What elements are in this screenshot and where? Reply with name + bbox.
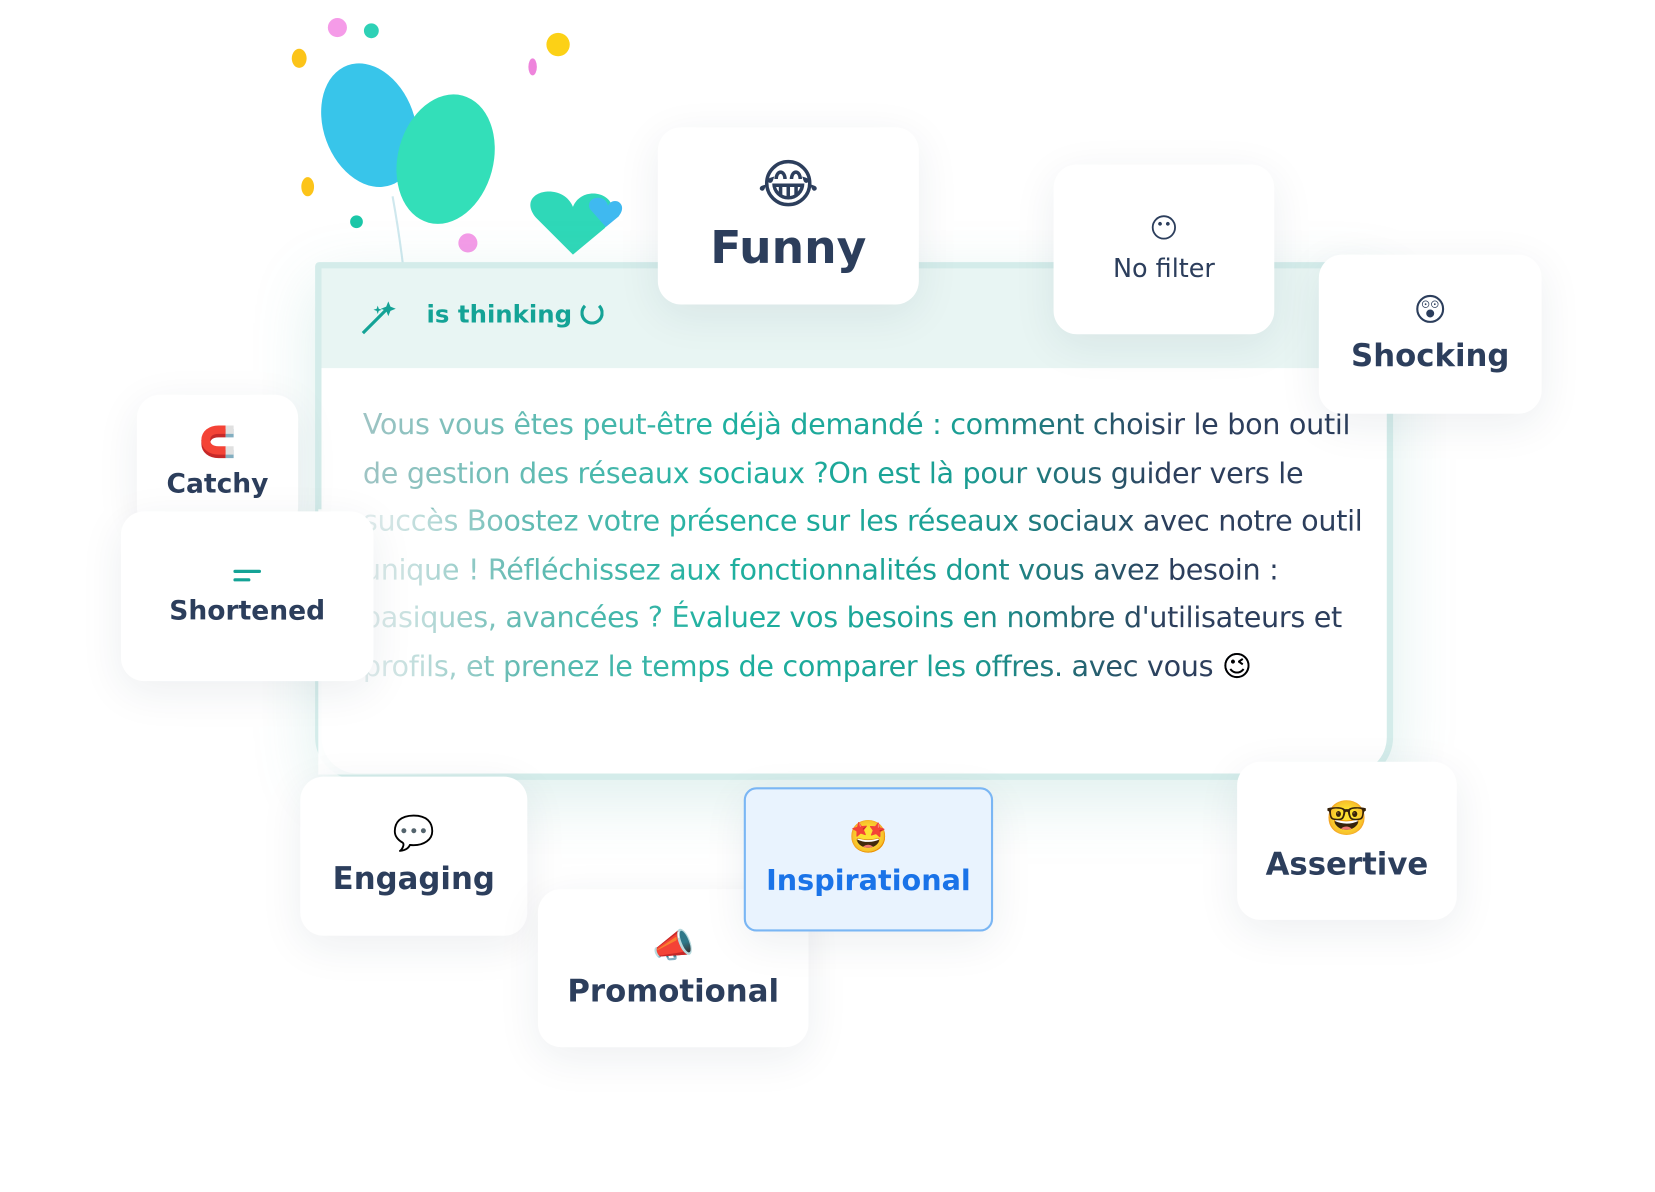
generated-text-content: Vous vous êtes peut-être déjà demandé : … [362, 408, 1363, 683]
nerd-emoji-icon: 🤓 [1325, 797, 1369, 838]
tone-label: Funny [710, 221, 867, 275]
wink-emoji-icon: 😉 [1222, 649, 1252, 683]
laughing-emoji-icon: 😂 [757, 153, 820, 215]
star-struck-emoji-icon: 🤩 [848, 818, 889, 856]
tone-no-filter[interactable]: 😶 No filter [1053, 164, 1275, 335]
tone-label: No filter [1112, 253, 1215, 284]
loading-spinner-icon [580, 301, 604, 325]
tone-label: Assertive [1265, 845, 1429, 882]
tone-label: Shocking [1351, 337, 1510, 374]
tone-engaging[interactable]: 💬 Engaging [300, 776, 528, 936]
tone-label: Inspirational [766, 864, 971, 898]
thinking-label: is thinking [426, 301, 573, 329]
astonished-emoji-icon: 😲 [1413, 291, 1447, 329]
no-mouth-emoji-icon: 😶 [1149, 213, 1179, 246]
magnet-icon: 🧲 [199, 423, 237, 459]
speech-bubble-icon: 💬 [392, 812, 435, 854]
megaphone-icon: 📣 [652, 924, 695, 965]
tone-inspirational[interactable]: 🤩 Inspirational [743, 787, 994, 932]
tone-shocking[interactable]: 😲 Shocking [1318, 254, 1542, 414]
generated-text: Vous vous êtes peut-être déjà demandé : … [363, 401, 1366, 691]
tone-label: Catchy [166, 467, 269, 499]
short-text-icon [233, 569, 262, 581]
tone-shortened[interactable]: Shortened [120, 511, 374, 682]
tone-label: Promotional [567, 972, 780, 1009]
tone-funny[interactable]: 😂 Funny [657, 127, 919, 305]
tone-catchy[interactable]: 🧲 Catchy [136, 394, 299, 531]
thinking-status: is thinking [427, 301, 604, 329]
tone-assertive[interactable]: 🤓 Assertive [1237, 761, 1457, 920]
tone-label: Engaging [332, 860, 495, 897]
tone-label: Shortened [169, 594, 326, 626]
magic-wand-icon [361, 301, 396, 335]
